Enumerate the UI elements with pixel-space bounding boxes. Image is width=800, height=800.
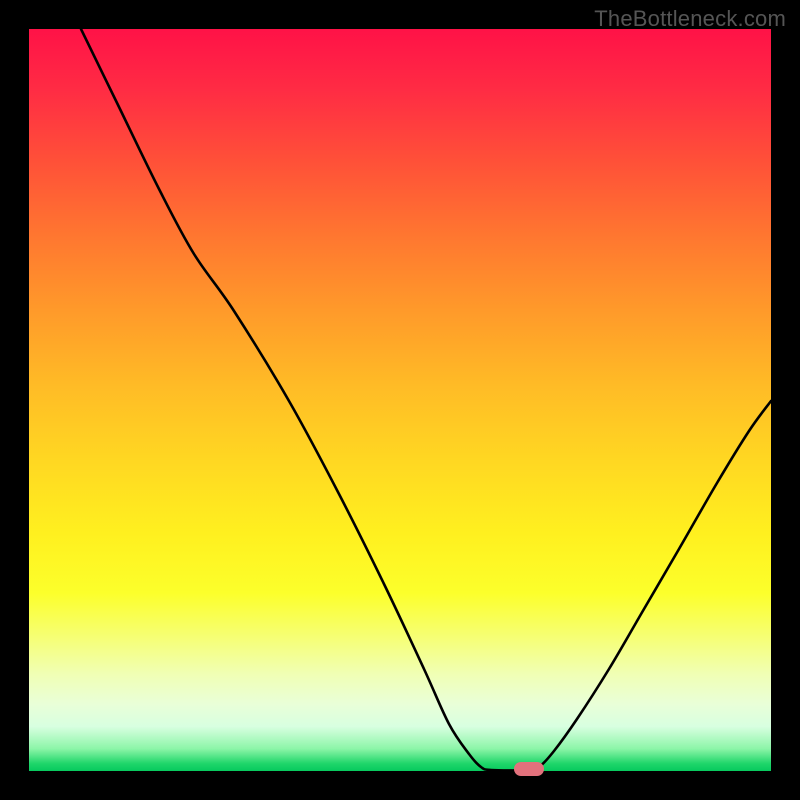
watermark-text: TheBottleneck.com xyxy=(594,6,786,32)
chart-plot-area xyxy=(29,29,771,771)
chart-marker xyxy=(514,762,544,776)
chart-curve xyxy=(29,29,771,771)
